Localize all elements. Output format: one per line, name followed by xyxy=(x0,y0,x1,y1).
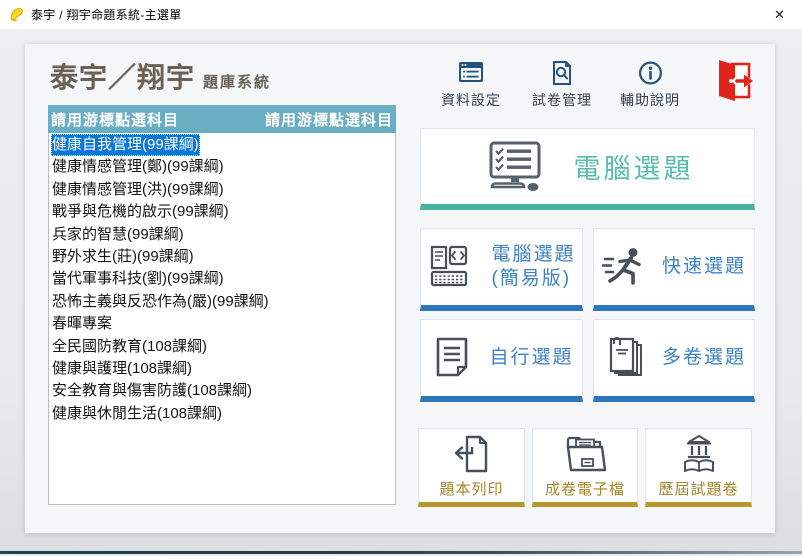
subject-item[interactable]: 春暉專案 xyxy=(49,313,395,335)
taskbar-edge xyxy=(0,551,802,554)
document-icon xyxy=(429,335,475,381)
help-button[interactable]: 輔助說明 xyxy=(605,60,695,110)
exam-management-icon xyxy=(548,60,576,86)
subject-item[interactable]: 健康與護理(108課綱) xyxy=(49,358,395,380)
subject-list-header: 請用游標點選科目 請用游標點選科目 xyxy=(48,105,396,133)
computer-select-simple-button[interactable]: 電腦選題(簡易版) xyxy=(420,228,583,311)
subject-item[interactable]: 恐怖主義與反恐作為(嚴)(99課綱) xyxy=(49,291,395,313)
main-panel: 泰宇／翔宇題庫系統 請用游標點選科目 請用游標點選科目 健康自我管理(99課綱)… xyxy=(25,44,775,533)
window-content: 泰宇／翔宇題庫系統 請用游標點選科目 請用游標點選科目 健康自我管理(99課綱)… xyxy=(0,30,802,554)
subject-item[interactable]: 全民國防教育(108課綱) xyxy=(49,336,395,358)
close-icon[interactable]: ✕ xyxy=(757,0,802,30)
help-icon xyxy=(637,60,664,86)
multi-select-label: 多卷選題 xyxy=(662,346,746,370)
past-exams-label: 歷屆試題卷 xyxy=(658,478,738,499)
exam-efile-label: 成卷電子檔 xyxy=(545,478,625,499)
past-exams-button[interactable]: 歷屆試題卷 xyxy=(645,428,752,507)
data-settings-label: 資料設定 xyxy=(426,90,516,110)
subject-item[interactable]: 健康與休閒生活(108課綱) xyxy=(49,403,395,425)
brand-suffix: 題庫系統 xyxy=(203,74,271,91)
self-select-label: 自行選題 xyxy=(489,346,573,370)
subject-item[interactable]: 兵家的智慧(99課綱) xyxy=(49,224,395,246)
window-titlebar: 泰宇 / 翔宇命題系統-主選單 ✕ xyxy=(0,0,802,30)
subject-item[interactable]: 健康情感管理(鄭)(99課綱) xyxy=(49,156,395,178)
subject-list: 健康自我管理(99課綱) 健康情感管理(鄭)(99課綱) 健康情感管理(洪)(9… xyxy=(48,133,396,505)
help-label: 輔助說明 xyxy=(605,90,695,110)
print-booklet-label: 題本列印 xyxy=(439,478,503,499)
quick-select-button[interactable]: 快速選題 xyxy=(593,228,755,311)
computer-select-simple-label: 電腦選題(簡易版) xyxy=(491,243,575,291)
exam-management-label: 試卷管理 xyxy=(517,90,607,110)
self-select-button[interactable]: 自行選題 xyxy=(420,319,583,402)
window-title: 泰宇 / 翔宇命題系統-主選單 xyxy=(31,6,182,23)
exam-management-button[interactable]: 試卷管理 xyxy=(517,60,607,110)
brand-header: 泰宇／翔宇題庫系統 xyxy=(50,56,271,96)
folder-icon xyxy=(561,433,609,475)
data-settings-button[interactable]: 資料設定 xyxy=(426,60,516,110)
archive-building-icon xyxy=(677,433,721,475)
subject-item[interactable]: 安全教育與傷害防護(108課綱) xyxy=(49,380,395,402)
brand-name: 泰宇／翔宇 xyxy=(50,62,195,93)
subject-item[interactable]: 健康情感管理(洪)(99課綱) xyxy=(49,179,395,201)
subject-header-right: 請用游標點選科目 xyxy=(265,109,393,130)
multi-select-button[interactable]: 多卷選題 xyxy=(593,319,755,402)
subject-item[interactable]: 健康自我管理(99課綱) xyxy=(49,134,395,156)
exit-door-icon xyxy=(715,58,755,106)
print-page-icon xyxy=(450,433,494,475)
subject-item[interactable]: 戰爭與危機的啟示(99課綱) xyxy=(49,201,395,223)
subject-item[interactable]: 野外求生(莊)(99課綱) xyxy=(49,246,395,268)
stacked-papers-icon xyxy=(602,335,648,381)
exam-efile-button[interactable]: 成卷電子檔 xyxy=(532,428,638,507)
quick-select-label: 快速選題 xyxy=(662,255,746,279)
subject-header-left: 請用游標點選科目 xyxy=(51,109,179,130)
computer-monitor-icon xyxy=(482,140,548,194)
data-settings-icon xyxy=(456,60,486,86)
print-booklet-button[interactable]: 題本列印 xyxy=(418,428,525,507)
computer-select-button[interactable]: 電腦選題 xyxy=(420,128,755,210)
computer-select-label: 電腦選題 xyxy=(574,147,694,186)
runner-icon xyxy=(602,244,648,290)
simple-version-icon xyxy=(427,244,477,290)
subject-item[interactable]: 當代軍事科技(劉)(99課綱) xyxy=(49,268,395,290)
app-logo-icon xyxy=(8,6,25,23)
exit-button[interactable] xyxy=(715,58,755,106)
subject-list-box: 請用游標點選科目 請用游標點選科目 健康自我管理(99課綱) 健康情感管理(鄭)… xyxy=(48,105,396,505)
